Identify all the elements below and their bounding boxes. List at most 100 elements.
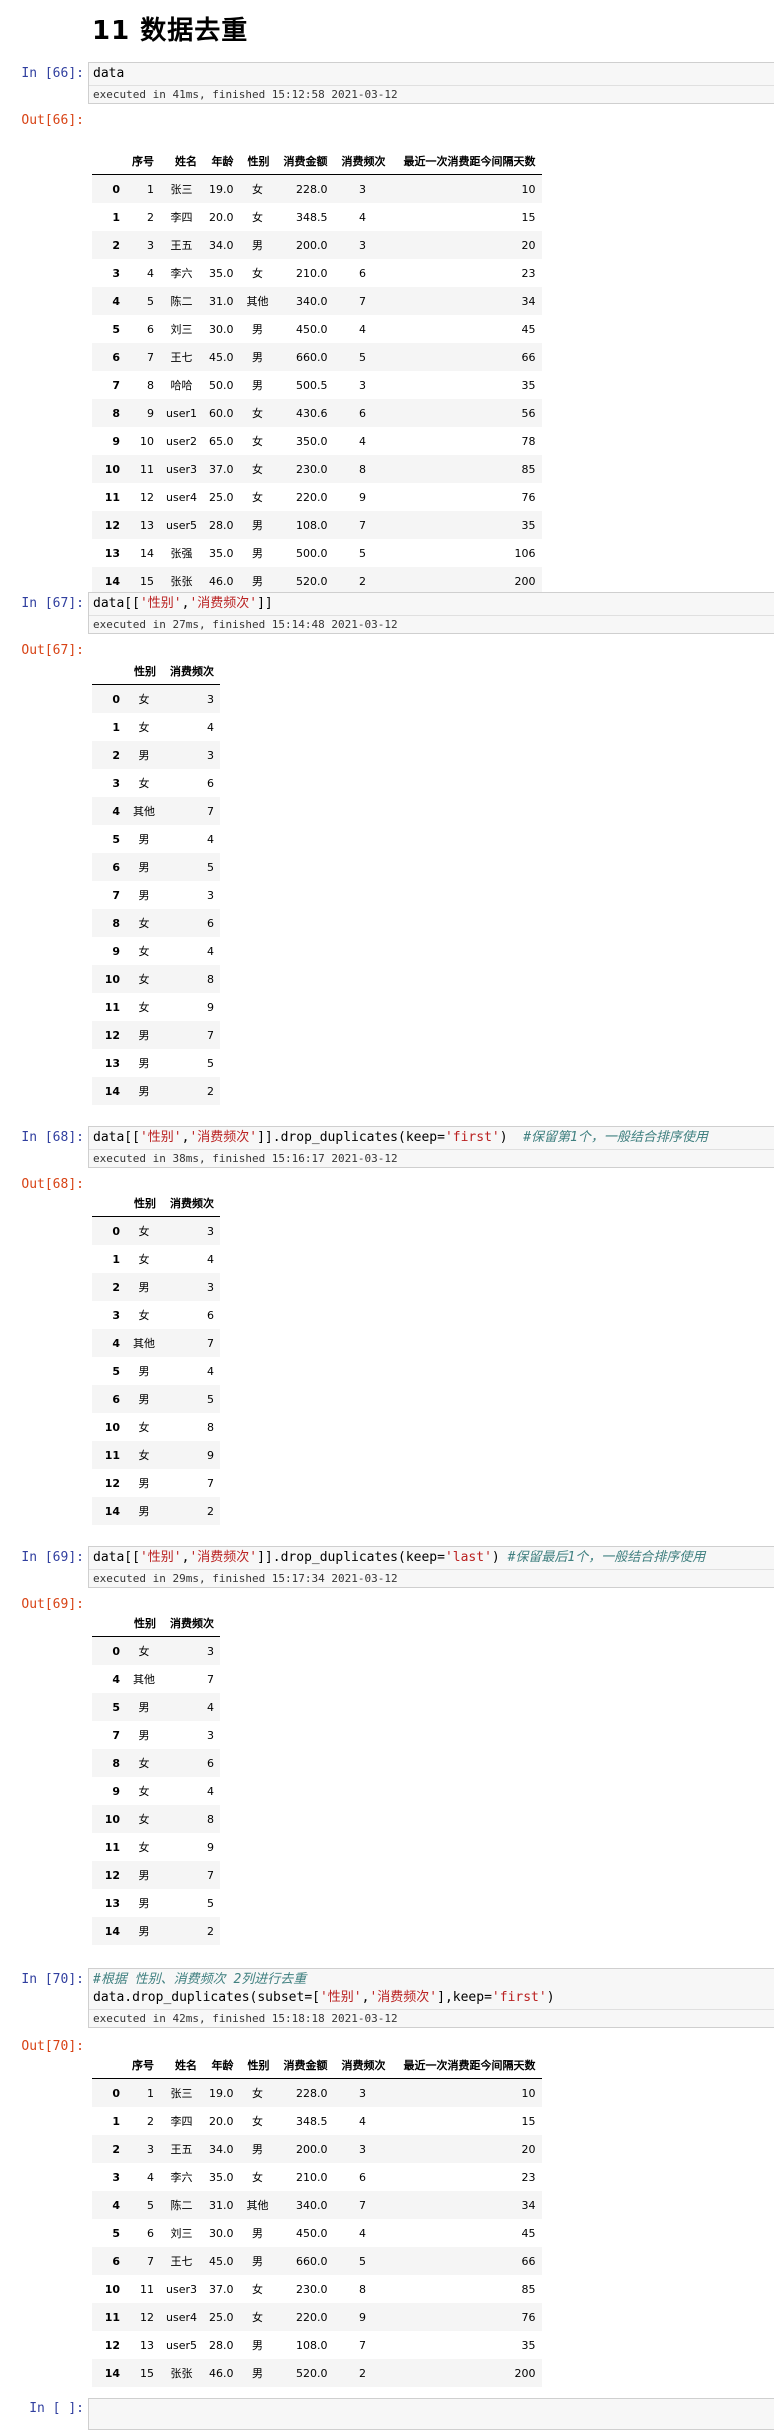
table-cell: 男 [138, 1029, 150, 1042]
code-token: data[[ [93, 1130, 140, 1145]
table-cell: 6 [207, 916, 214, 930]
table-header-row: 序号 姓名 年龄 性别 消费金额 消费频次 最近一次消费距今间隔天数 [92, 2052, 542, 2079]
table-cell: 450.0 [296, 322, 328, 336]
table-cell: 35.0 [209, 546, 234, 560]
table-cell: 7 [147, 350, 154, 364]
execution-info: executed in 38ms, finished 15:16:17 2021… [89, 1149, 774, 1167]
table-cell: 30.0 [209, 2226, 234, 2240]
table-row: 9 10 user2 65.0 女 350.0 4 78 [92, 427, 542, 455]
table-cell: 男 [138, 1701, 150, 1714]
table-cell: 200.0 [296, 238, 328, 252]
table-row: 13 男 5 [92, 1049, 220, 1077]
table-cell: 男 [138, 1869, 150, 1882]
table-row: 8 女 6 [92, 909, 220, 937]
table-row: 2 男 3 [92, 741, 220, 769]
table-cell: 4 [359, 434, 366, 448]
table-cell: 348.5 [296, 210, 328, 224]
table-cell: 9 [207, 1448, 214, 1462]
table-cell: 5 [147, 294, 154, 308]
table-cell: 348.5 [296, 2114, 328, 2128]
code-input[interactable]: #根据 性别、消费频次 2列进行去重 data.drop_duplicates(… [88, 1968, 774, 2028]
table-row: 0 1 张三 19.0 女 228.0 3 10 [92, 174, 542, 203]
row-index: 0 [112, 692, 120, 706]
table-cell: 8 [207, 972, 214, 986]
in-prompt: In [ ]: [29, 2401, 84, 2416]
table-cell: 7 [207, 1336, 214, 1350]
table-row: 2 3 王五 34.0 男 200.0 3 20 [92, 2135, 542, 2163]
table-row: 12 13 user5 28.0 男 108.0 7 35 [92, 2331, 542, 2359]
table-cell: 王七 [170, 2255, 193, 2268]
table-cell: 10 [140, 434, 154, 448]
table-cell: 4 [207, 1252, 214, 1266]
code-input[interactable]: data[['性别','消费频次']].drop_duplicates(keep… [88, 1126, 774, 1168]
row-index: 9 [112, 944, 120, 958]
column-header: 消费频次 [333, 2052, 392, 2079]
dataframe-table: 序号 姓名 年龄 性别 消费金额 消费频次 最近一次消费距今间隔天数 0 1 张三 19.0 女 228… [92, 148, 542, 595]
table-cell: 9 [359, 2310, 366, 2324]
table-row: 1 2 李四 20.0 女 348.5 4 15 [92, 203, 542, 231]
row-index: 9 [112, 434, 120, 448]
table-row: 5 6 刘三 30.0 男 450.0 4 45 [92, 315, 542, 343]
table-cell: 3 [359, 2086, 366, 2100]
table-row: 12 男 7 [92, 1861, 220, 1889]
table-cell: 张强 [170, 547, 193, 560]
table-row: 0 女 3 [92, 1636, 220, 1665]
table-cell: 张三 [170, 2087, 193, 2100]
table-cell: 37.0 [209, 462, 234, 476]
table-row: 11 女 9 [92, 993, 220, 1021]
column-header: 消费金额 [275, 2052, 334, 2079]
table-cell: 女 [252, 2283, 263, 2296]
table-cell: 66 [521, 350, 536, 364]
table-cell: 4 [147, 266, 154, 280]
table-cell: 7 [359, 518, 366, 532]
table-cell: 8 [359, 2282, 366, 2296]
table-cell: 9 [359, 490, 366, 504]
table-cell: 108.0 [296, 2338, 328, 2352]
row-index: 3 [112, 2170, 120, 2184]
table-cell: 11 [140, 462, 154, 476]
execution-info: executed in 42ms, finished 15:18:18 2021… [89, 2009, 774, 2027]
table-cell: 340.0 [296, 2198, 328, 2212]
row-index: 14 [104, 1924, 120, 1938]
table-cell: user5 [166, 518, 197, 532]
column-header: 姓名 [160, 148, 203, 175]
code-input[interactable]: data executed in 41ms, finished 15:12:58 … [88, 62, 774, 104]
code-input[interactable]: data[['性别','消费频次']] executed in 27ms, fin… [88, 592, 774, 634]
table-cell: 女 [252, 407, 263, 420]
table-cell: 430.6 [296, 406, 328, 420]
table-row: 1 女 4 [92, 713, 220, 741]
table-cell: 7 [359, 294, 366, 308]
code-text: data[['性别','消费频次']].drop_duplicates(keep… [89, 1127, 774, 1149]
table-cell: 女 [138, 1841, 150, 1854]
code-token: ],keep= [437, 1990, 492, 2005]
table-row: 6 7 王七 45.0 男 660.0 5 66 [92, 2247, 542, 2275]
table-cell: 350.0 [296, 434, 328, 448]
table-cell: 男 [138, 861, 150, 874]
code-input[interactable]: data[['性别','消费频次']].drop_duplicates(keep… [88, 1546, 774, 1588]
table-cell: 31.0 [209, 294, 234, 308]
table-cell: 其他 [133, 805, 155, 818]
in-prompt: In [70]: [21, 1972, 84, 1987]
row-index: 6 [112, 2254, 120, 2268]
table-cell: user4 [166, 2310, 197, 2324]
table-row: 3 4 李六 35.0 女 210.0 6 23 [92, 259, 542, 287]
row-index: 5 [112, 2226, 120, 2240]
table-cell: user5 [166, 2338, 197, 2352]
code-input[interactable] [88, 2398, 774, 2430]
table-cell: 4 [359, 210, 366, 224]
row-index: 12 [104, 1476, 120, 1490]
table-cell: 37.0 [209, 2282, 234, 2296]
table-cell: 7 [359, 2198, 366, 2212]
table-cell: 7 [147, 2254, 154, 2268]
table-cell: 10 [521, 182, 536, 196]
table-row: 0 女 3 [92, 1216, 220, 1245]
table-header-row: 性别 消费频次 [92, 1610, 220, 1637]
table-cell: 25.0 [209, 490, 234, 504]
table-cell: 男 [138, 1281, 150, 1294]
table-cell: 7 [207, 1868, 214, 1882]
table-cell: 4 [207, 832, 214, 846]
table-cell: 34 [521, 2198, 536, 2212]
table-cell: 76 [521, 490, 536, 504]
table-cell: 4 [207, 1784, 214, 1798]
out-prompt: Out[69]: [21, 1597, 84, 1612]
